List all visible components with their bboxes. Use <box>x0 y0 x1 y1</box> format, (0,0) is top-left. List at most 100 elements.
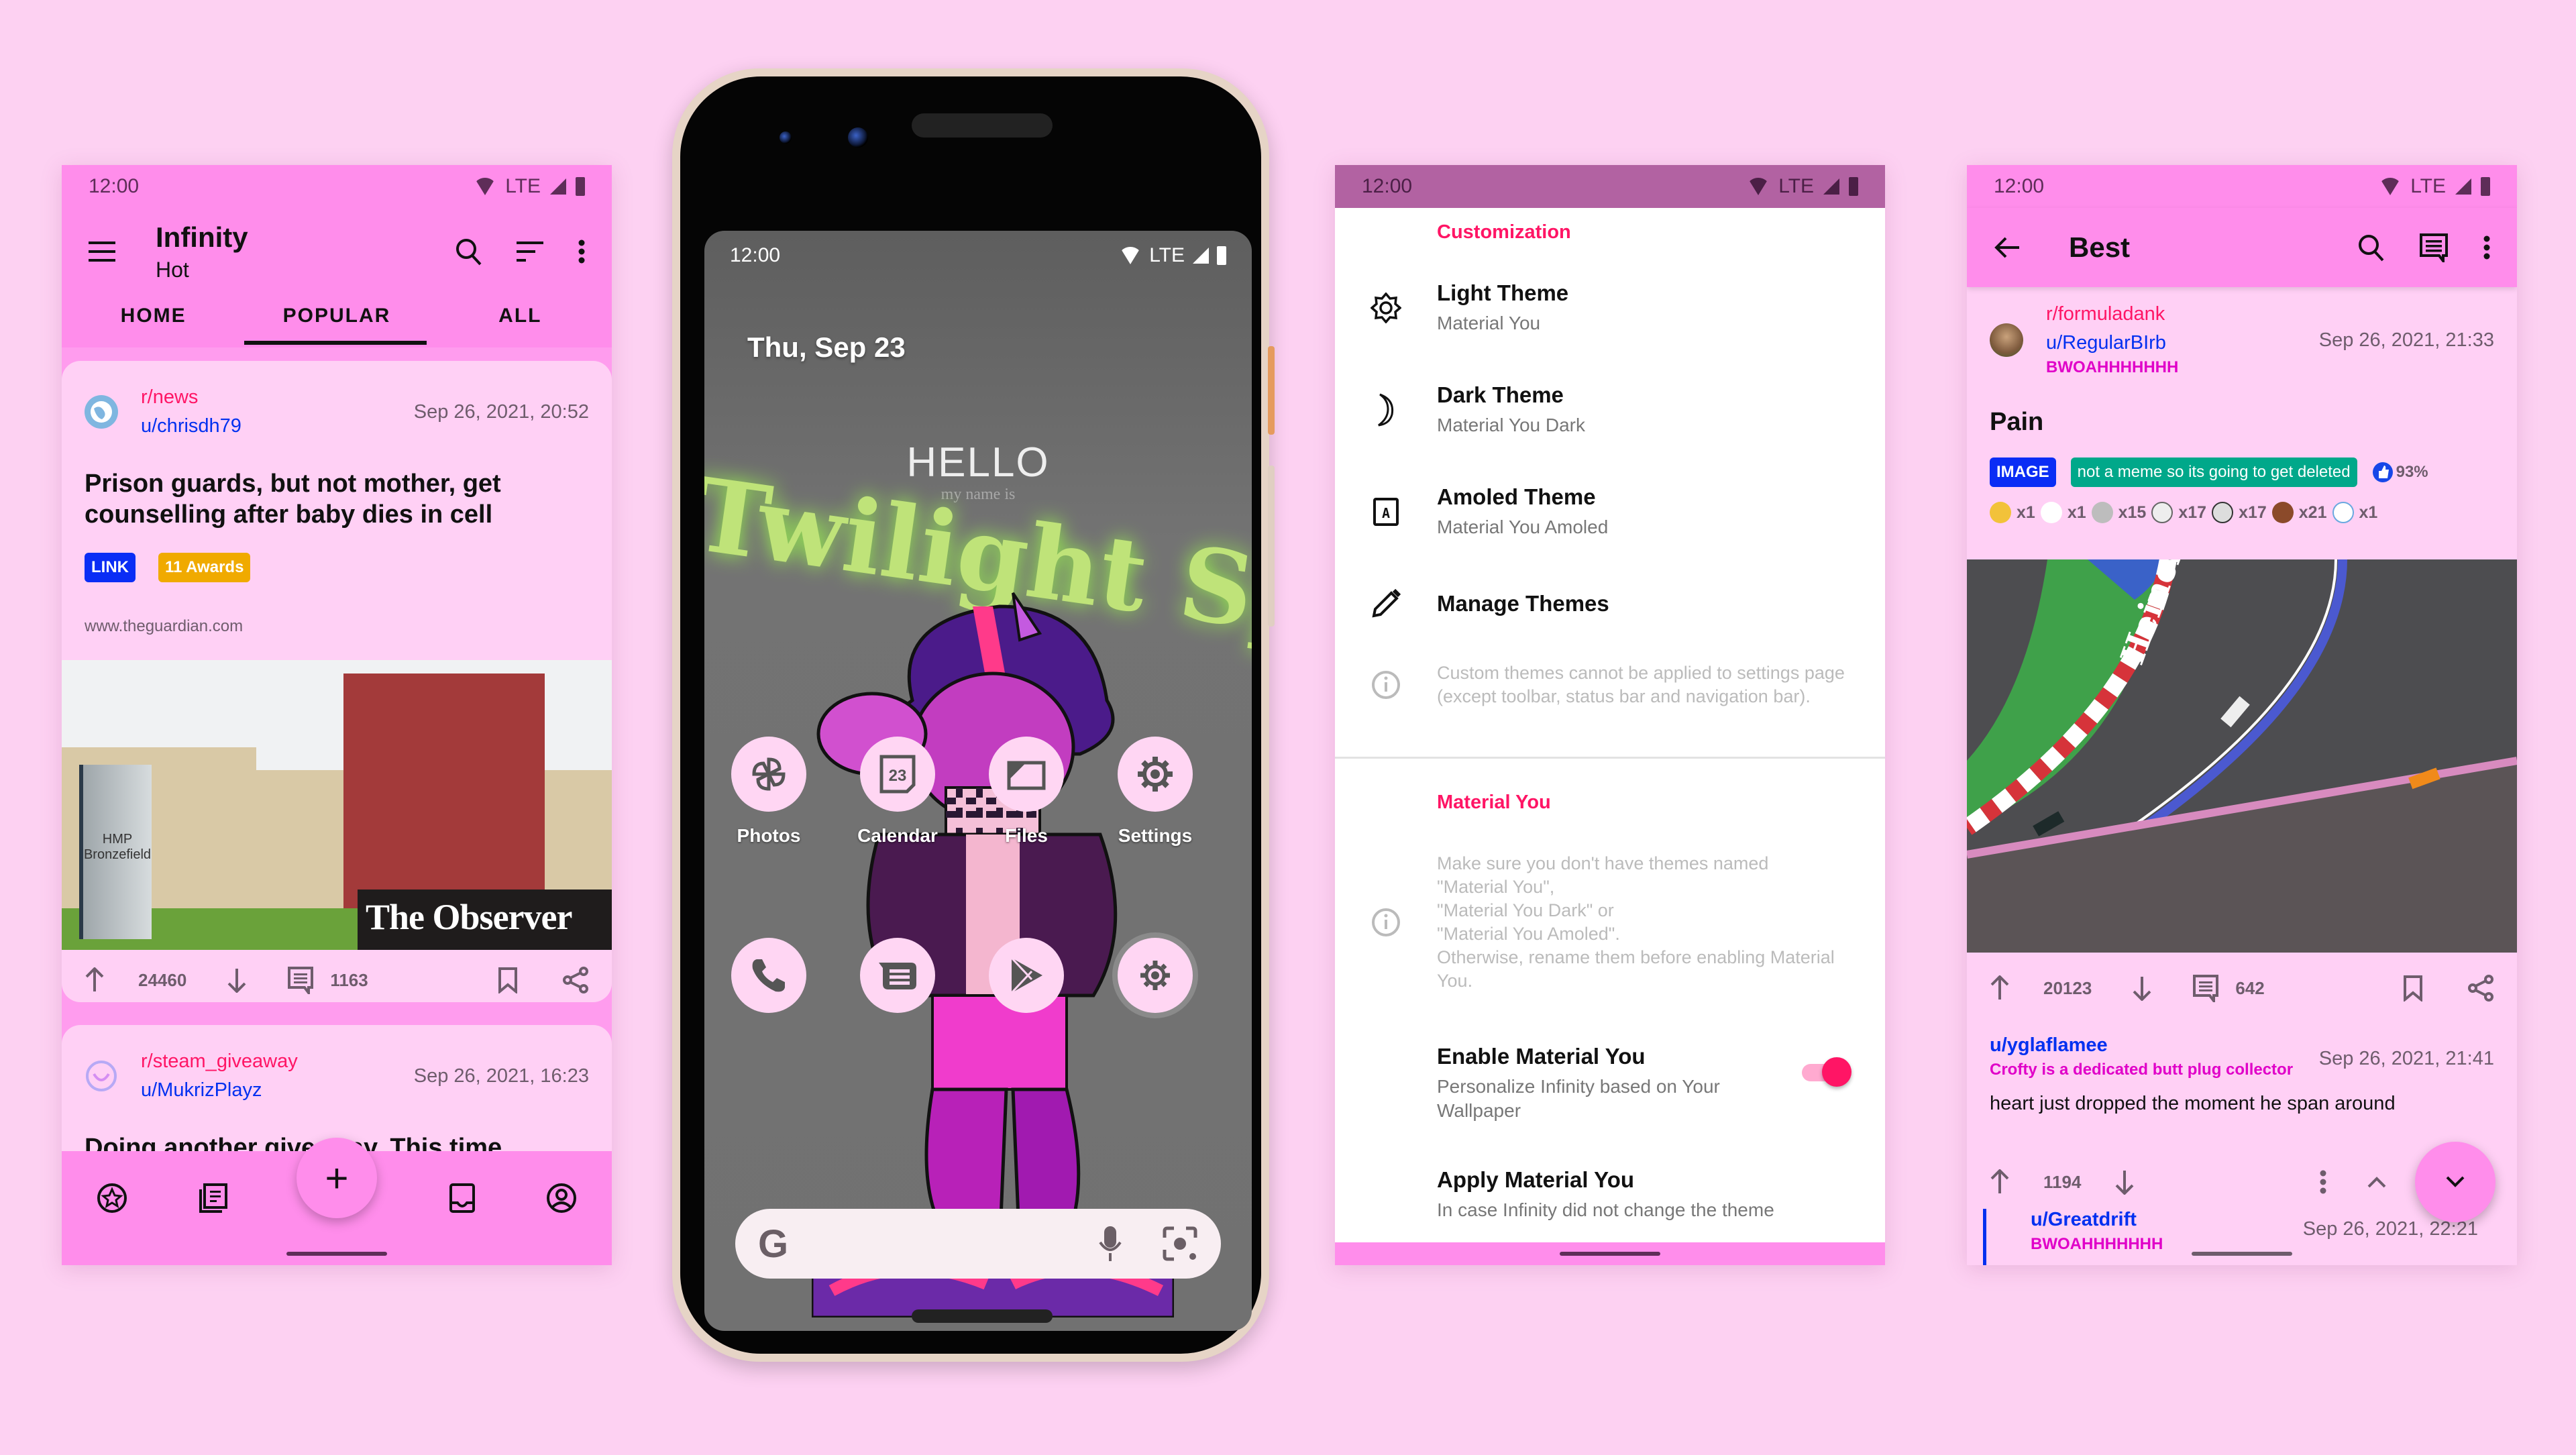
author-avatar[interactable] <box>1990 323 2023 357</box>
network-label: LTE <box>1778 175 1814 197</box>
battery-icon <box>1217 246 1226 265</box>
post-feed[interactable]: r/news u/chrisdh79 Sep 26, 2021, 20:52 P… <box>62 347 612 1265</box>
messages-icon <box>877 959 918 992</box>
post-detail-screen: 12:00 LTE Best r/formuladank u/RegularBI… <box>1967 165 2517 1265</box>
award-icon <box>2151 502 2174 523</box>
app-calendar[interactable]: 23 Calendar <box>857 737 938 847</box>
subreddit-link[interactable]: r/steam_giveaway <box>141 1050 414 1073</box>
subreddit-link[interactable]: r/formuladank <box>2046 303 2319 325</box>
pref-light-theme[interactable]: Light Theme Material You <box>1335 280 1885 335</box>
post-card[interactable]: r/news u/chrisdh79 Sep 26, 2021, 20:52 P… <box>62 361 612 1002</box>
sort-title: Best <box>2069 231 2131 263</box>
bookmark-icon[interactable] <box>2403 975 2423 1002</box>
toolbar: Best <box>1967 208 2517 287</box>
status-bar: 12:00 LTE <box>704 231 1252 280</box>
more-vert-icon[interactable] <box>2320 1170 2326 1194</box>
award-icon <box>1990 502 2011 523</box>
lens-icon[interactable] <box>1162 1226 1198 1262</box>
search-icon[interactable] <box>455 237 482 266</box>
profile-icon[interactable] <box>546 1183 577 1214</box>
upvote-icon[interactable] <box>1990 975 2010 1001</box>
signal-icon <box>550 178 566 195</box>
sort-icon[interactable] <box>517 241 543 262</box>
home-screen: 12:00 LTE Thu, Sep 23 HELLO my name is T… <box>704 231 1252 1331</box>
observer-watermark: The Observer <box>358 890 612 950</box>
google-logo-icon: G <box>758 1222 789 1266</box>
app-photos[interactable]: Photos <box>731 737 806 847</box>
multireddit-icon[interactable] <box>198 1183 229 1214</box>
moon-icon <box>1376 393 1396 427</box>
comment-icon[interactable] <box>2192 974 2219 1002</box>
material-you-toggle[interactable] <box>1802 1057 1851 1087</box>
pref-amoled-theme[interactable]: A Amoled Theme Material You Amoled <box>1335 484 1885 539</box>
post-image[interactable]: HMP Bronzefield The Observer <box>62 660 612 950</box>
pref-enable-material-you[interactable]: Enable Material You Personalize Infinity … <box>1335 1044 1885 1123</box>
app-messages[interactable] <box>860 938 935 1013</box>
search-icon[interactable] <box>2357 233 2384 262</box>
section-header-customization: Customization <box>1437 221 1571 243</box>
app-settings[interactable]: Settings <box>1118 737 1193 847</box>
battery-icon <box>1849 177 1858 196</box>
more-vert-icon[interactable] <box>578 239 585 264</box>
app-settings-2[interactable] <box>1118 938 1193 1013</box>
pref-manage-themes[interactable]: Manage Themes <box>1335 585 1885 623</box>
signal-icon <box>2455 178 2471 195</box>
author-link[interactable]: u/MukrizPlayz <box>141 1079 414 1101</box>
tab-all[interactable]: ALL <box>429 295 612 345</box>
app-files[interactable]: Files <box>989 737 1064 847</box>
microphone-icon[interactable] <box>1099 1225 1122 1262</box>
status-bar: 12:00 LTE <box>62 165 612 208</box>
info-material-you: Make sure you don't have themes named "M… <box>1335 852 1885 993</box>
wifi-icon <box>474 178 496 195</box>
comment-icon[interactable] <box>287 966 314 994</box>
svg-text:23: 23 <box>889 767 907 785</box>
collapse-chevron-icon[interactable] <box>2367 1175 2387 1189</box>
post-title[interactable]: Prison guards, but not mother, get couns… <box>62 468 612 530</box>
downvote-icon[interactable] <box>227 967 247 993</box>
author-flair: BWOAHHHHHHH <box>2046 358 2179 376</box>
more-vert-icon[interactable] <box>2483 235 2490 260</box>
upvote-icon[interactable] <box>1990 1169 2010 1195</box>
gesture-bar <box>2192 1252 2292 1256</box>
create-post-fab[interactable]: + <box>297 1138 377 1218</box>
menu-icon[interactable] <box>89 241 115 262</box>
app-phone[interactable] <box>731 938 806 1013</box>
share-icon[interactable] <box>2467 974 2494 1002</box>
tab-home[interactable]: HOME <box>62 295 245 345</box>
author-link[interactable]: u/RegularBIrb <box>2046 332 2319 354</box>
post-image[interactable]: Heineken <box>1967 559 2517 953</box>
toggle-knob <box>1822 1057 1851 1087</box>
type-badge: IMAGE <box>1990 457 2056 487</box>
app-play-store[interactable] <box>989 938 1064 1013</box>
status-time: 12:00 <box>1994 175 2045 197</box>
home-date-widget[interactable]: Thu, Sep 23 <box>747 331 906 364</box>
author-link[interactable]: u/chrisdh79 <box>141 415 414 437</box>
status-time: 12:00 <box>730 244 781 266</box>
bottom-speaker <box>912 1309 1053 1323</box>
gear-icon <box>1138 959 1172 992</box>
gesture-bar <box>286 1252 387 1256</box>
info-custom-themes: Custom themes cannot be applied to setti… <box>1335 661 1885 708</box>
flair-badge: not a meme so its going to get deleted <box>2070 457 2357 487</box>
inbox-icon[interactable] <box>449 1183 476 1214</box>
comment-item[interactable]: u/yglaflamee Crofty is a dedicated butt … <box>1967 1034 2517 1115</box>
play-store-icon <box>1008 955 1045 995</box>
comment-sort-icon[interactable] <box>2419 233 2449 262</box>
downvote-icon[interactable] <box>2132 975 2152 1001</box>
comment-count: 642 <box>2235 977 2265 998</box>
downvote-icon[interactable] <box>2114 1169 2135 1195</box>
back-arrow-icon[interactable] <box>1994 235 2021 260</box>
awards-badge: 11 Awards <box>158 553 251 582</box>
tab-popular[interactable]: POPULAR <box>245 295 428 345</box>
bookmark-icon[interactable] <box>498 967 518 993</box>
settings-screen: 12:00 LTE Customization Light Theme Mater… <box>1335 165 1885 1265</box>
pref-dark-theme[interactable]: Dark Theme Material You Dark <box>1335 382 1885 437</box>
share-icon[interactable] <box>562 966 589 994</box>
next-comment-fab[interactable] <box>2415 1142 2496 1222</box>
status-bar: 12:00 LTE <box>1335 165 1885 208</box>
subreddit-link[interactable]: r/news <box>141 386 414 409</box>
upvote-icon[interactable] <box>85 967 105 993</box>
google-search-bar[interactable]: G <box>735 1209 1221 1279</box>
pref-apply-material-you[interactable]: Apply Material You In case Infinity did n… <box>1335 1167 1885 1222</box>
subscriptions-star-icon[interactable] <box>97 1183 127 1214</box>
